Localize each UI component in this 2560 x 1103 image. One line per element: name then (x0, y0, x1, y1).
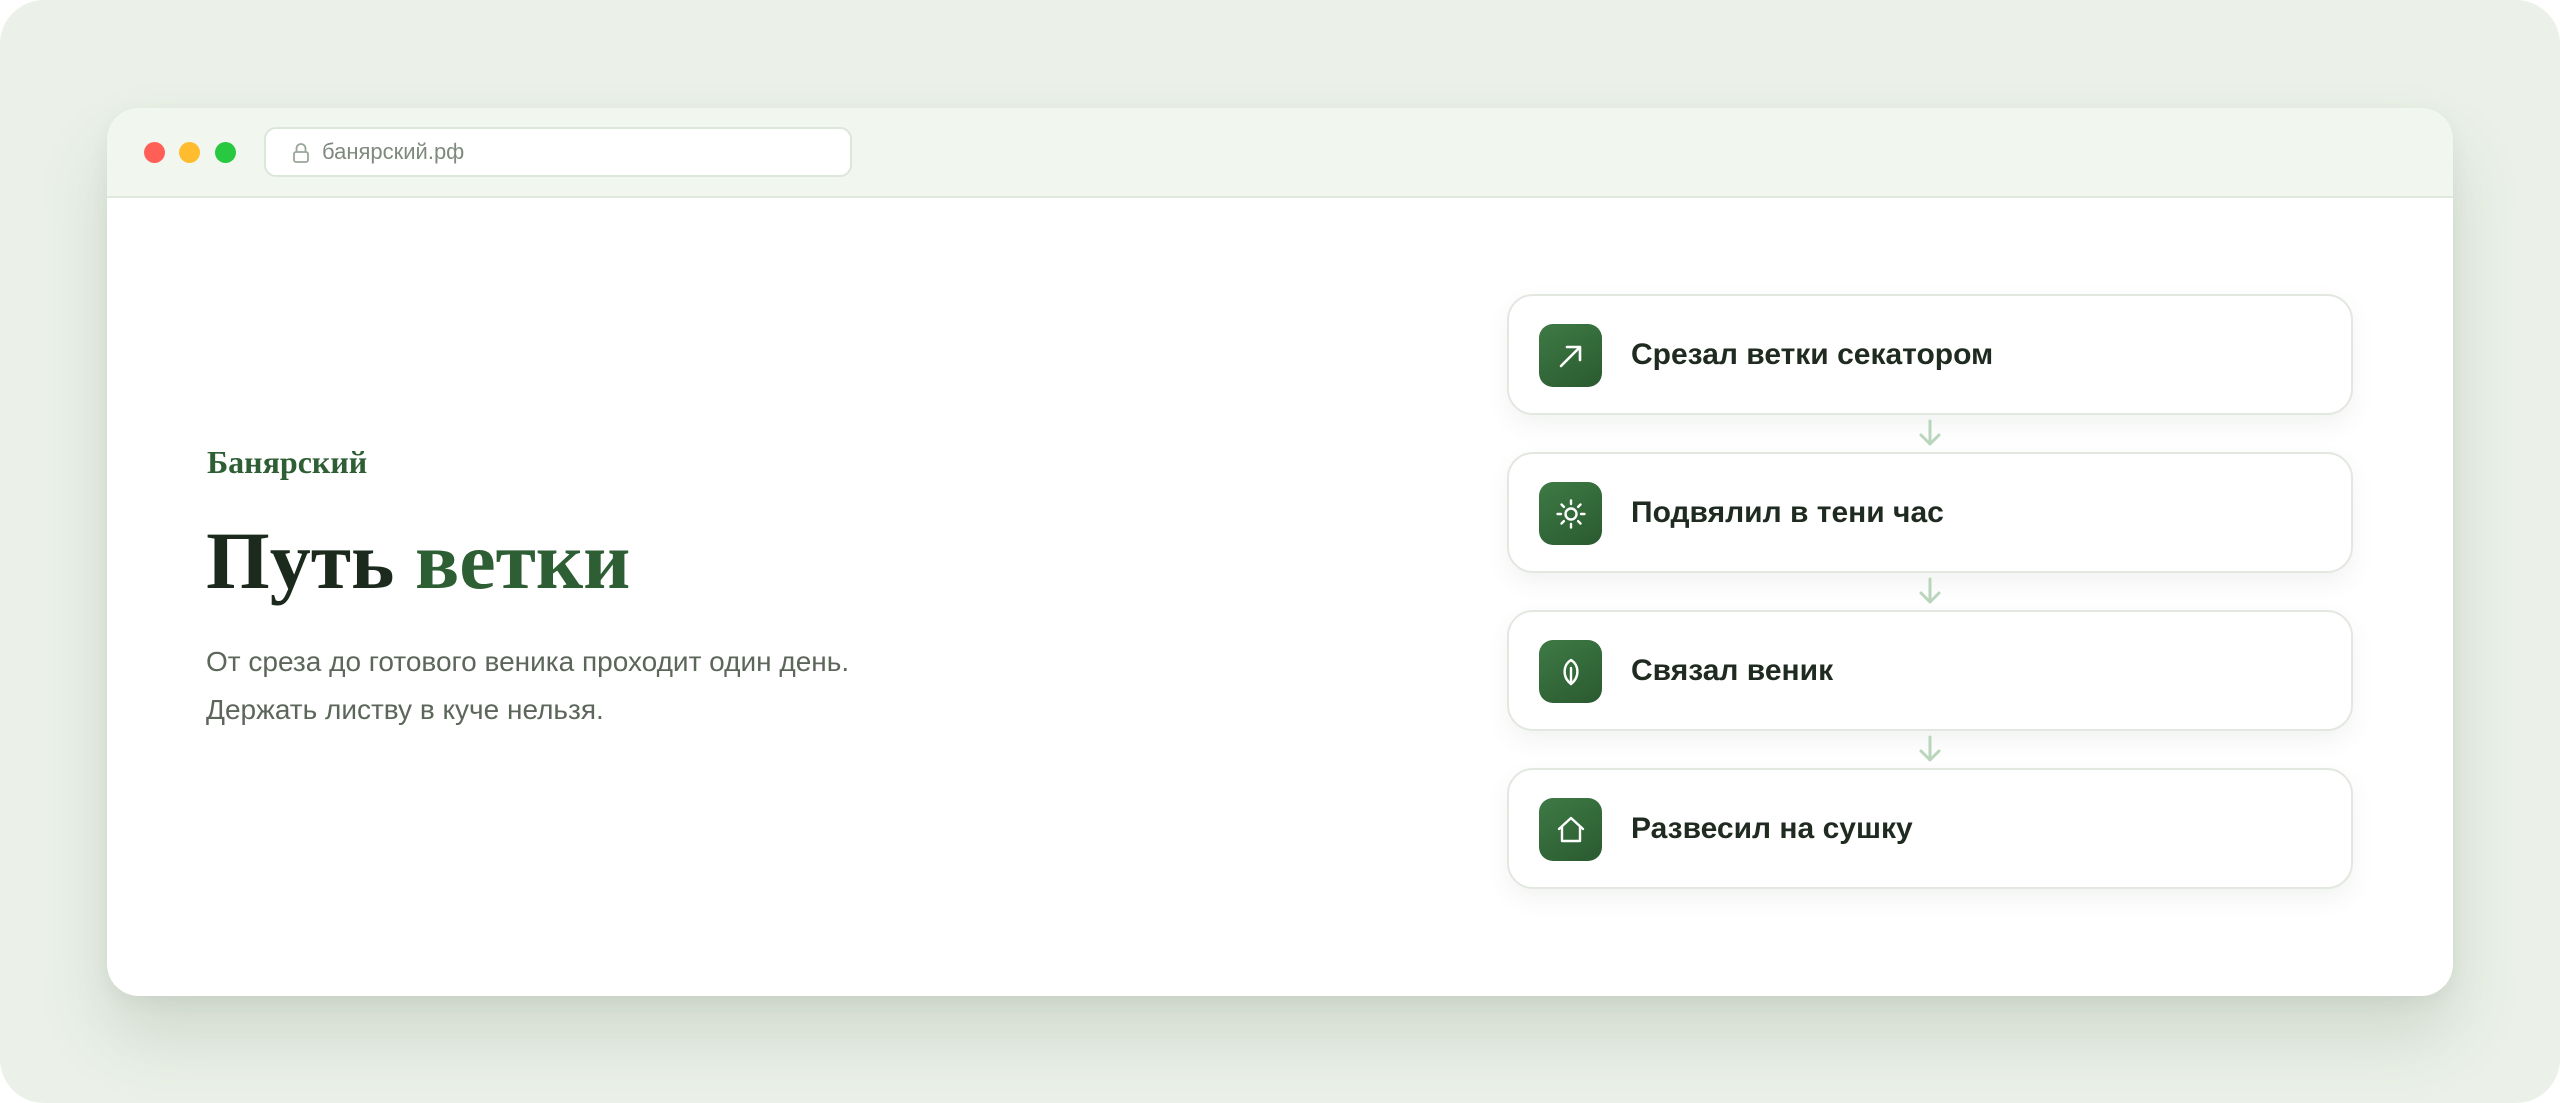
page-background: банярский.рф Банярский Путь ветки От сре… (0, 0, 2560, 1103)
step-label: Развесил на сушку (1631, 812, 1913, 845)
window-close-button[interactable] (144, 142, 165, 163)
browser-toolbar: банярский.рф (107, 108, 2453, 198)
step-label: Связал веник (1631, 654, 1834, 687)
step-card-dry: Развесил на сушку (1507, 768, 2353, 889)
title-accent: ветки (414, 515, 631, 606)
arrow-down-icon (1919, 735, 1941, 762)
browser-window: банярский.рф Банярский Путь ветки От сре… (107, 108, 2453, 996)
step-label: Подвялил в тени час (1631, 496, 1944, 529)
step-badge (1539, 482, 1602, 545)
step-badge (1539, 798, 1602, 861)
window-maximize-button[interactable] (215, 142, 236, 163)
sun-icon (1555, 498, 1586, 529)
brand-name: Банярский (207, 444, 368, 480)
step-label: Срезал ветки секатором (1631, 338, 1994, 371)
title-main: Путь (206, 515, 395, 606)
step-badge (1539, 324, 1602, 387)
house-icon (1557, 816, 1584, 842)
arrow-up-right-icon (1559, 345, 1581, 367)
lead-text: От среза до готового веника проходит оди… (206, 638, 849, 734)
lead-line-2: Держать листву в куче нельзя. (206, 694, 604, 725)
page-title: Путь ветки (206, 520, 630, 602)
arrow-down-icon (1919, 419, 1941, 446)
arrow-down-icon (1919, 577, 1941, 604)
step-card-tie: Связал веник (1507, 610, 2353, 731)
page-content: Банярский Путь ветки От среза до готовог… (107, 198, 2453, 996)
address-bar[interactable]: банярский.рф (264, 127, 852, 177)
window-minimize-button[interactable] (179, 142, 200, 163)
step-card-cut: Срезал ветки секатором (1507, 294, 2353, 415)
url-text: банярский.рф (322, 139, 465, 164)
step-badge (1539, 640, 1602, 703)
leaf-icon (1562, 658, 1579, 685)
lead-line-1: От среза до готового веника проходит оди… (206, 646, 850, 677)
step-card-wilt: Подвялил в тени час (1507, 452, 2353, 573)
lock-icon (293, 143, 309, 163)
